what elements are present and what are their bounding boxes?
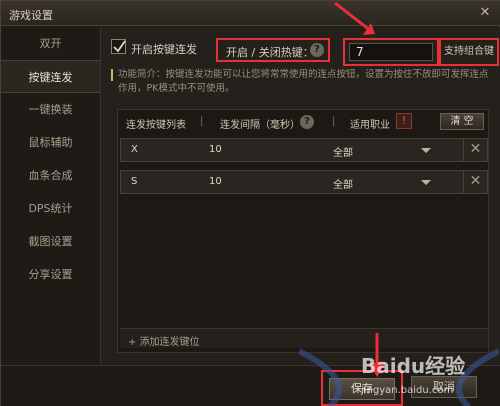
col-separator: |	[332, 116, 336, 127]
add-key-button[interactable]: + 添加连发键位	[128, 333, 200, 348]
combo-key-highlight: 支持组合键	[439, 38, 499, 66]
hotkey-input-highlight: 7	[343, 38, 439, 66]
row-interval[interactable]: 10	[209, 144, 222, 155]
delete-row-icon[interactable]: ✕	[463, 138, 487, 162]
footer: 保存 取消	[1, 365, 500, 406]
key-list-panel: 连发按键列表 | 连发间隔（毫秒） ? | 适用职业 ! 清 空 X 10 全部…	[117, 109, 489, 353]
annotation-arrow-icon	[369, 333, 385, 377]
enable-row: 开启按键连发 开启 / 关闭热键： ? 7 支持组合键	[109, 36, 499, 66]
sidebar-item-key-repeat[interactable]: 按键连发	[1, 60, 100, 93]
col-separator: |	[200, 116, 204, 127]
combo-key-button[interactable]: 支持组合键	[443, 43, 495, 61]
clear-button[interactable]: 清 空	[440, 113, 484, 130]
window-title: 游戏设置	[9, 9, 53, 22]
sidebar-item-dps-stats[interactable]: DPS统计	[1, 192, 100, 225]
row-interval[interactable]: 10	[209, 176, 222, 187]
help-icon[interactable]: ?	[310, 43, 324, 57]
info-marker	[111, 69, 113, 81]
row-job[interactable]: 全部	[333, 144, 353, 159]
table-row: S 10 全部 ✕	[120, 170, 488, 194]
col-key-list: 连发按键列表	[126, 120, 186, 131]
enable-label: 开启按键连发	[131, 43, 197, 56]
key-list-header: 连发按键列表 | 连发间隔（毫秒） ? | 适用职业 ! 清 空	[118, 110, 488, 134]
enable-checkbox[interactable]	[111, 39, 126, 54]
sidebar-item-mouse-assist[interactable]: 鼠标辅助	[1, 126, 100, 159]
chevron-down-icon[interactable]	[421, 180, 431, 185]
settings-window: 游戏设置 ✕ 双开 按键连发 一键换装 鼠标辅助 血条合成 DPS统计 截图设置…	[0, 0, 500, 406]
interval-help-icon[interactable]: ?	[300, 115, 314, 129]
add-key-row[interactable]: + 添加连发键位	[120, 328, 488, 348]
cancel-button[interactable]: 取消	[411, 376, 477, 398]
row-key[interactable]: X	[131, 144, 138, 155]
sidebar-item-quick-equip[interactable]: 一键换装	[1, 93, 100, 126]
table-row: X 10 全部 ✕	[120, 138, 488, 162]
hotkey-highlight: 开启 / 关闭热键： ?	[216, 38, 330, 62]
hotkey-label: 开启 / 关闭热键：	[226, 46, 314, 59]
col-interval: 连发间隔（毫秒）	[220, 120, 300, 131]
hotkey-input[interactable]: 7	[349, 43, 433, 61]
title-bar: 游戏设置 ✕	[1, 1, 500, 26]
sidebar: 双开 按键连发 一键换装 鼠标辅助 血条合成 DPS统计 截图设置 分享设置	[1, 27, 101, 365]
delete-row-icon[interactable]: ✕	[463, 170, 487, 194]
sidebar-item-share[interactable]: 分享设置	[1, 258, 100, 291]
check-icon	[113, 40, 126, 53]
feature-description: 功能简介：按键连发功能可以让您将常常使用的连点按钮，设置为按住不放即可发挥连点作…	[118, 69, 489, 94]
sidebar-item-hp-merge[interactable]: 血条合成	[1, 159, 100, 192]
main-content: 开启按键连发 开启 / 关闭热键： ? 7 支持组合键 功能简介：按键连发功能可…	[101, 27, 500, 365]
row-job[interactable]: 全部	[333, 176, 353, 191]
annotation-arrow-icon	[334, 1, 375, 35]
chevron-down-icon[interactable]	[421, 148, 431, 153]
sidebar-item-dual-open[interactable]: 双开	[1, 27, 100, 60]
row-key[interactable]: S	[131, 176, 137, 187]
job-info-icon[interactable]: !	[396, 113, 412, 129]
close-icon[interactable]: ✕	[477, 5, 493, 21]
col-job: 适用职业	[350, 120, 390, 131]
sidebar-item-screenshot[interactable]: 截图设置	[1, 225, 100, 258]
save-button[interactable]: 保存	[329, 378, 395, 400]
